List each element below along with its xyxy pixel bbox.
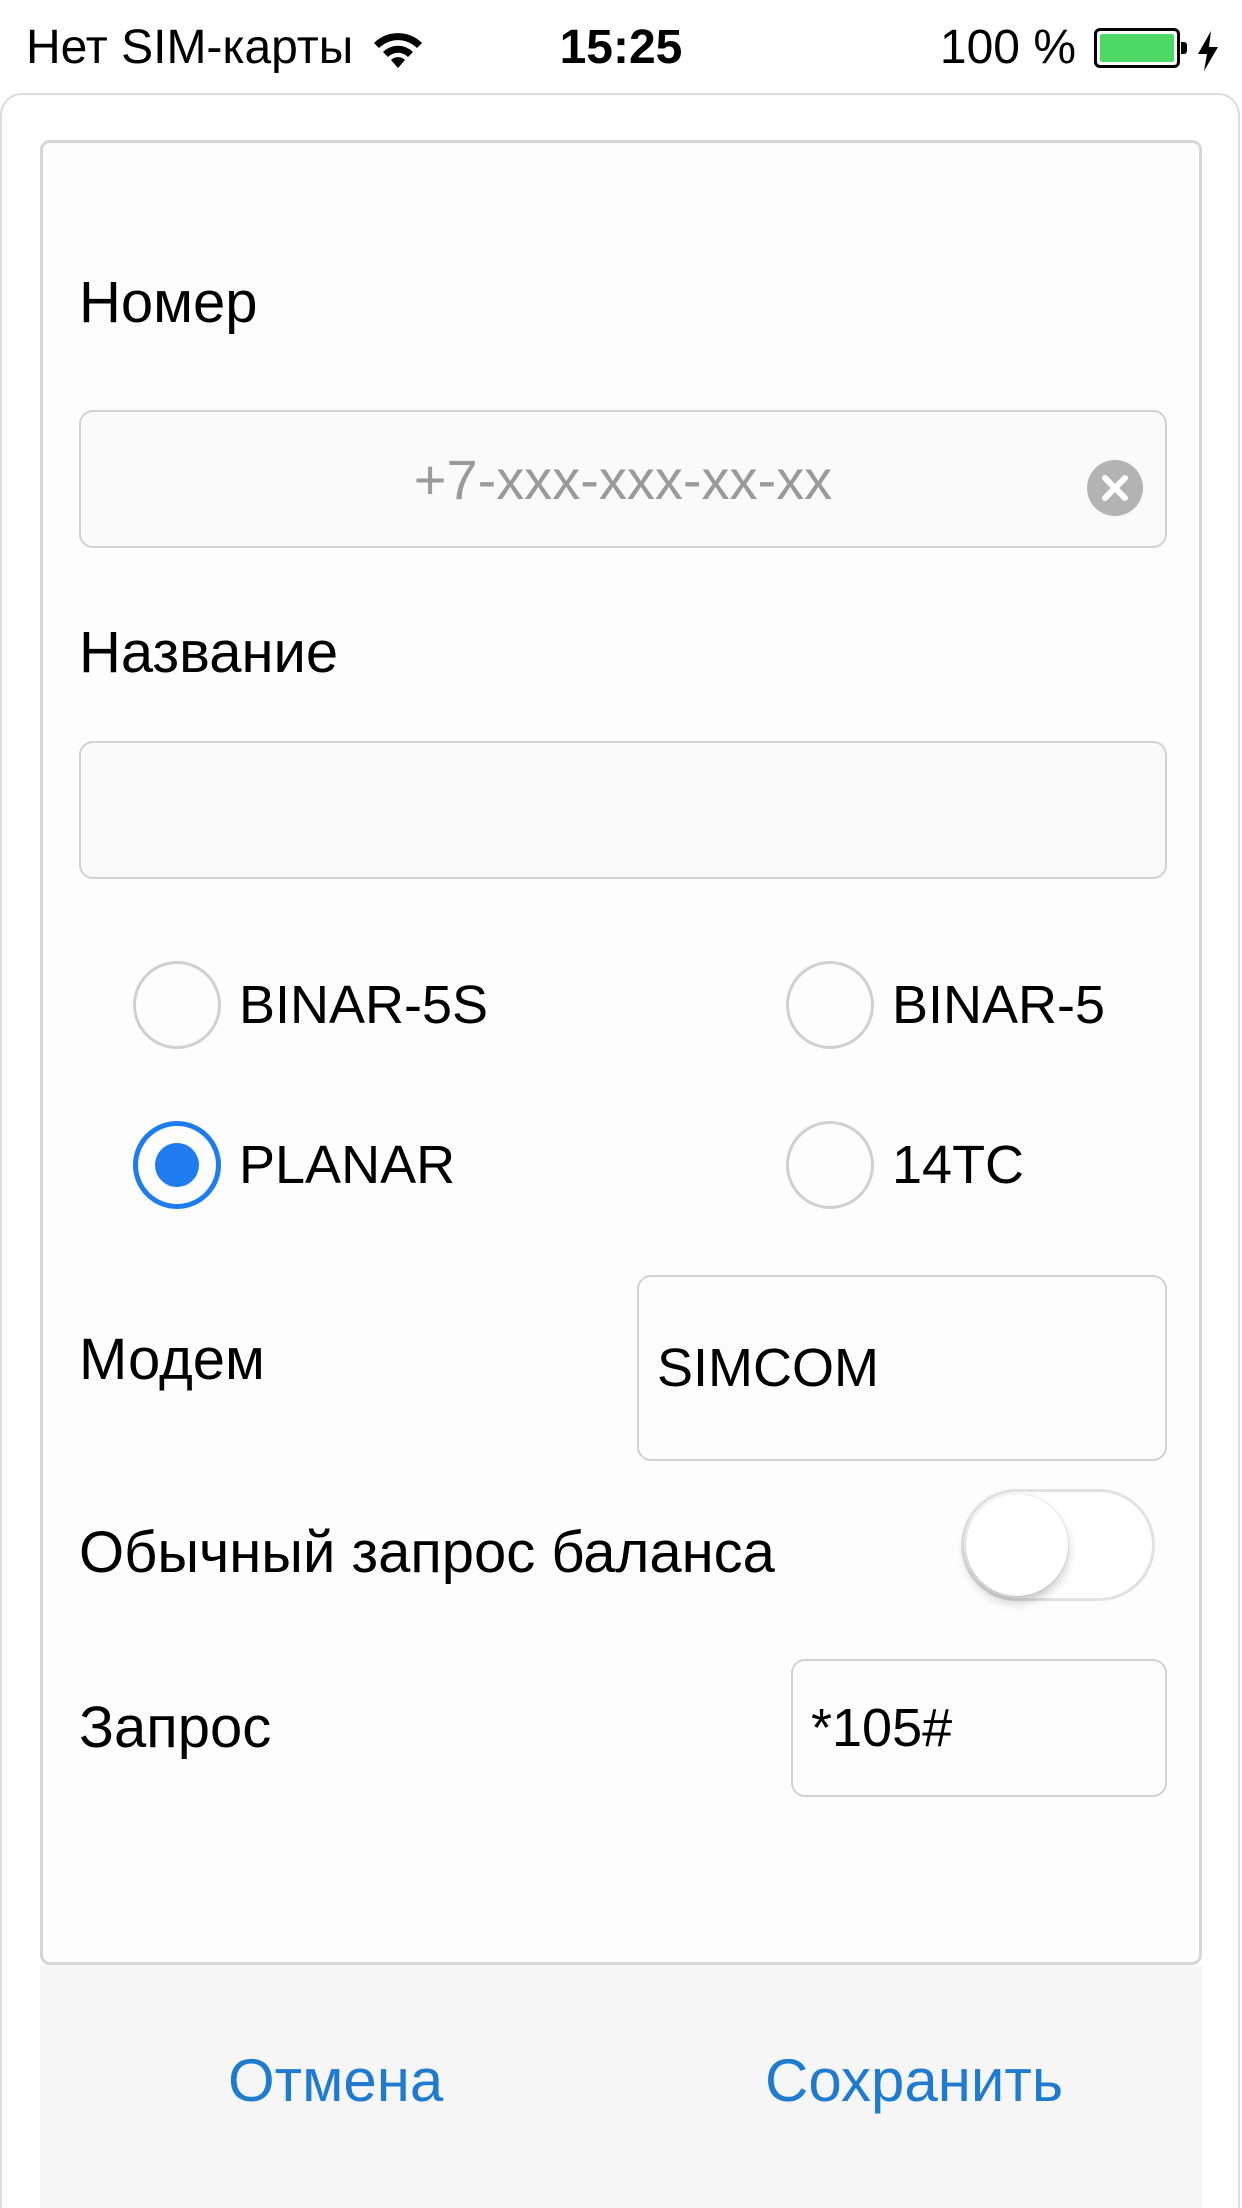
charging-bolt-icon: [1196, 28, 1220, 71]
radio-14tc[interactable]: [786, 1121, 874, 1209]
balance-toggle-label: Обычный запрос баланса: [79, 1520, 775, 1585]
name-label: Название: [79, 620, 339, 685]
name-field[interactable]: [79, 741, 1167, 879]
clear-icon[interactable]: [1087, 460, 1143, 516]
radio-label-14tc[interactable]: 14TC: [892, 1133, 1024, 1197]
battery-nub: [1181, 42, 1187, 54]
toggle-knob: [966, 1494, 1068, 1596]
radio-label-binar-5[interactable]: BINAR-5: [892, 973, 1105, 1037]
modem-select[interactable]: SIMCOM: [637, 1275, 1167, 1461]
number-label: Номер: [79, 270, 258, 335]
battery-fill: [1100, 34, 1174, 62]
dialog-footer: Отмена Сохранить: [40, 1965, 1202, 2208]
battery-percent: 100 %: [939, 21, 1076, 74]
save-button[interactable]: Сохранить: [765, 2045, 1063, 2117]
request-value: *105#: [811, 1698, 953, 1758]
radio-binar-5s[interactable]: [133, 961, 221, 1049]
balance-toggle[interactable]: [961, 1489, 1155, 1601]
request-label: Запрос: [79, 1695, 272, 1760]
radio-selected-dot: [155, 1143, 199, 1187]
radio-binar-5[interactable]: [786, 961, 874, 1049]
radio-planar[interactable]: [133, 1121, 221, 1209]
cancel-button[interactable]: Отмена: [228, 2045, 443, 2117]
modem-value: SIMCOM: [657, 1338, 879, 1398]
battery-icon: [1094, 28, 1187, 68]
number-field[interactable]: +7-xxx-xxx-xx-xx: [79, 410, 1167, 548]
radio-label-binar-5s[interactable]: BINAR-5S: [239, 973, 488, 1037]
number-placeholder: +7-xxx-xxx-xx-xx: [413, 447, 833, 511]
request-field[interactable]: *105#: [791, 1659, 1167, 1797]
form-card: Номер +7-xxx-xxx-xx-xx Название BINAR-5S…: [40, 140, 1202, 1965]
modem-label: Модем: [79, 1327, 265, 1392]
radio-label-planar[interactable]: PLANAR: [239, 1133, 455, 1197]
status-right: 100 %: [940, 20, 1220, 76]
status-bar: Нет SIM-карты 15:25 100 %: [0, 0, 1242, 96]
